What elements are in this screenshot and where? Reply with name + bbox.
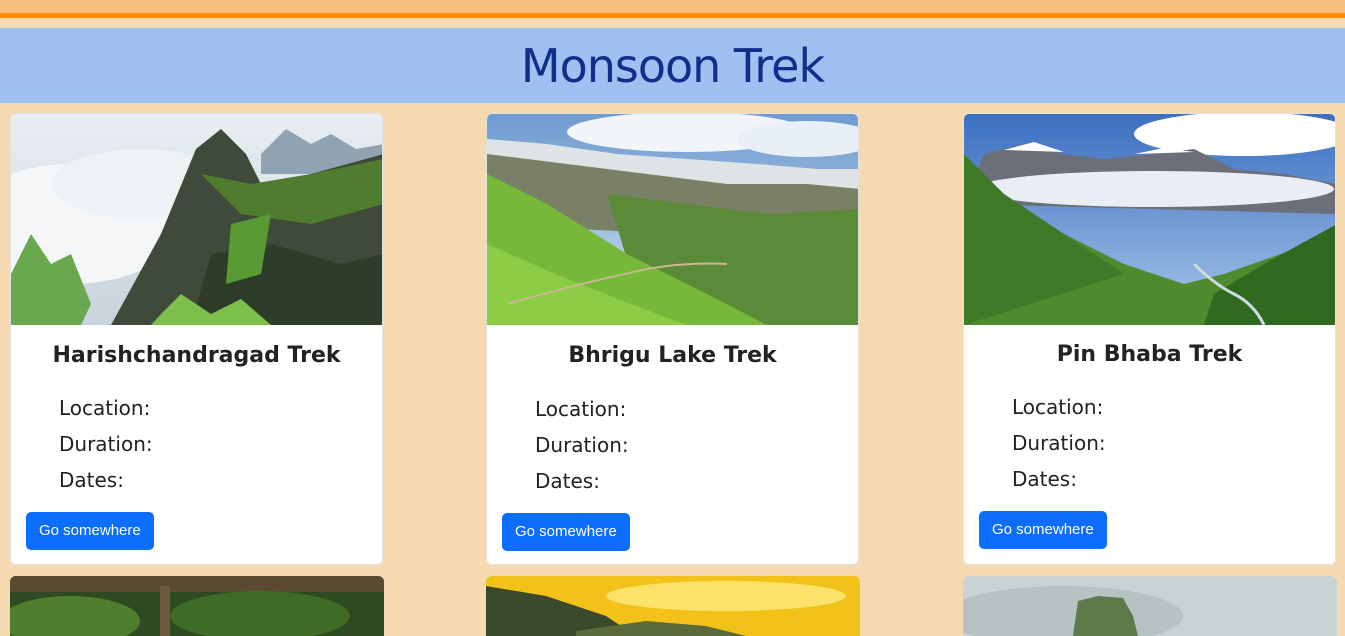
- fort-image: [963, 576, 1337, 636]
- duration-label: Duration:: [1012, 431, 1106, 455]
- dates-label: Dates:: [535, 469, 600, 493]
- trek-card-partial-3: [963, 576, 1337, 636]
- duration-label: Duration:: [535, 433, 629, 457]
- trek-card-partial-1: [10, 576, 384, 636]
- go-somewhere-button[interactable]: Go somewhere: [979, 511, 1107, 549]
- location-label: Location:: [59, 396, 151, 420]
- trek-image-harishchandragad: [11, 114, 382, 325]
- go-somewhere-button[interactable]: Go somewhere: [502, 513, 630, 551]
- card-title: Pin Bhaba Trek: [1056, 342, 1243, 367]
- trek-image-pin-bhaba: [964, 114, 1335, 325]
- card-title: Bhrigu Lake Trek: [568, 343, 777, 368]
- trek-card-harishchandragad: Harishchandragad Trek Location: Duration…: [10, 113, 383, 565]
- trek-image-bhrigu-lake: [487, 114, 858, 325]
- trek-card-bhrigu-lake: Bhrigu Lake Trek Location: Duration: Dat…: [486, 113, 859, 565]
- location-label: Location:: [535, 397, 627, 421]
- duration-label: Duration:: [59, 432, 153, 456]
- sunset-image: [486, 576, 860, 636]
- card-title: Harishchandragad Trek: [52, 343, 341, 368]
- trek-card-pin-bhaba: Pin Bhaba Trek Location: Duration: Dates…: [963, 113, 1336, 565]
- top-accent-bar: [0, 0, 1345, 18]
- location-label: Location:: [1012, 395, 1104, 419]
- forest-image: [10, 576, 384, 636]
- page-header: Monsoon Trek: [0, 28, 1345, 103]
- dates-label: Dates:: [59, 468, 124, 492]
- dates-label: Dates:: [1012, 467, 1077, 491]
- go-somewhere-button[interactable]: Go somewhere: [26, 512, 154, 550]
- trek-card-partial-2: [486, 576, 860, 636]
- page-title: Monsoon Trek: [520, 38, 825, 93]
